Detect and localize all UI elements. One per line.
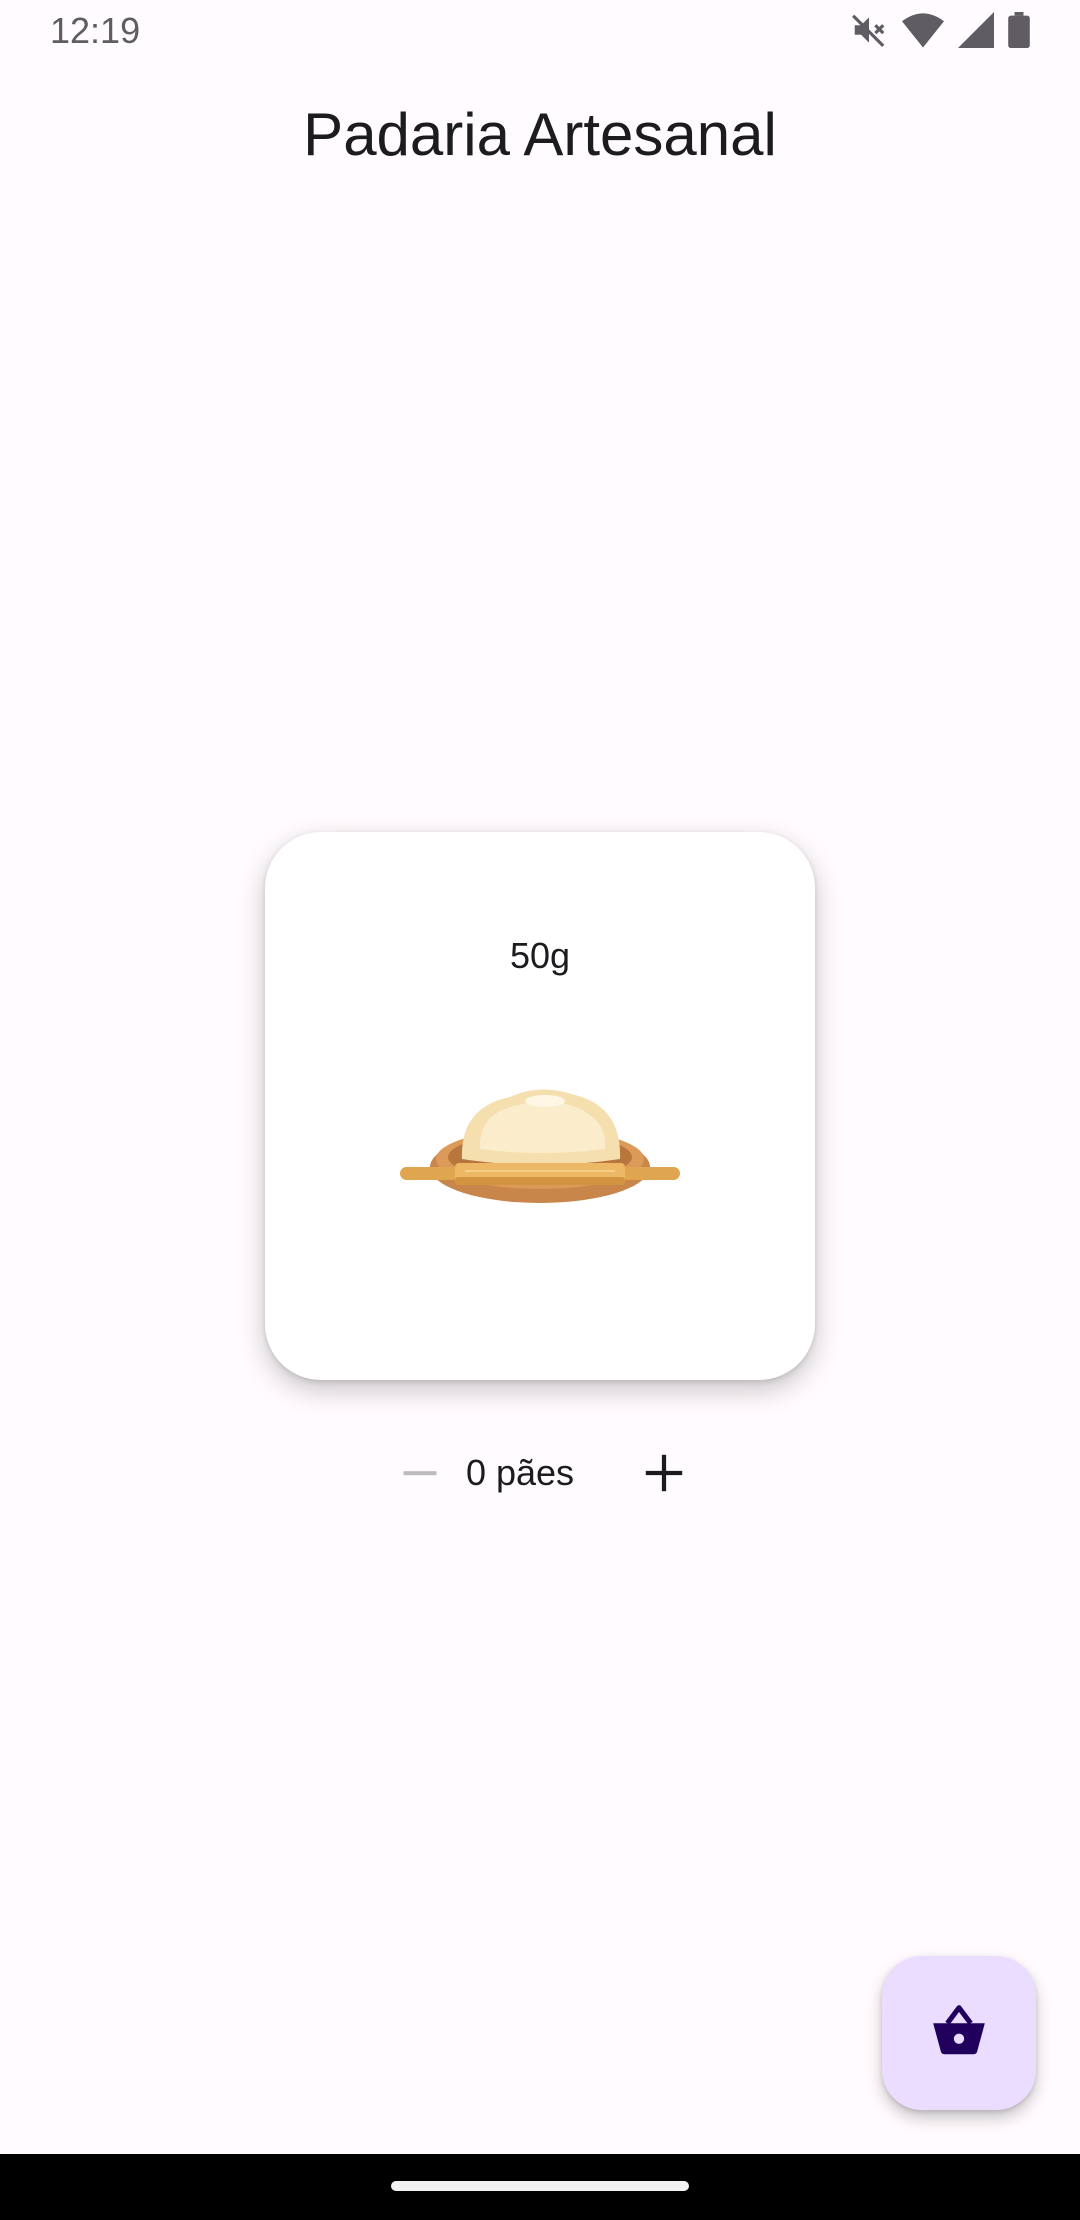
system-navigation-bar: [0, 2154, 1080, 2220]
battery-icon: [1008, 11, 1030, 53]
status-icons: [850, 11, 1030, 54]
quantity-label: 0 pães: [465, 1452, 575, 1493]
decrement-button[interactable]: [390, 1445, 450, 1505]
basket-icon: [928, 2000, 990, 2067]
minus-icon: [398, 1451, 442, 1500]
page-title: Padaria Artesanal: [303, 101, 777, 168]
increment-button[interactable]: [634, 1445, 694, 1505]
quantity-stepper: 0 pães: [380, 1440, 700, 1510]
product-weight: 50g: [509, 935, 571, 976]
mute-icon: [850, 11, 888, 54]
status-time: 12:19: [50, 10, 141, 51]
status-bar: 12:19: [0, 0, 1080, 66]
dough-on-board-image: [400, 1067, 680, 1227]
wifi-icon: [902, 12, 944, 53]
product-card[interactable]: 50g: [265, 832, 815, 1380]
signal-icon: [958, 11, 994, 53]
plus-icon: [641, 1450, 687, 1501]
home-indicator[interactable]: [391, 2181, 689, 2191]
cart-fab-button[interactable]: [882, 1956, 1036, 2110]
